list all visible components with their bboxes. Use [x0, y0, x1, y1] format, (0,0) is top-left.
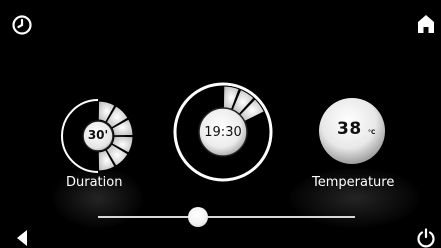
- temperature-value: 38: [337, 119, 362, 139]
- power-icon[interactable]: [416, 228, 436, 248]
- back-arrow-icon[interactable]: [17, 230, 29, 246]
- temperature-unit: °C: [368, 129, 376, 136]
- duration-value: 30': [87, 128, 109, 142]
- slider-knob[interactable]: [188, 207, 209, 227]
- home-icon[interactable]: [417, 14, 435, 34]
- temperature-label: Temperature: [312, 175, 395, 190]
- clock-icon[interactable]: [11, 14, 33, 36]
- time-value: 19:30: [204, 124, 242, 140]
- duration-label: Duration: [66, 175, 123, 190]
- slider-track[interactable]: [98, 216, 355, 218]
